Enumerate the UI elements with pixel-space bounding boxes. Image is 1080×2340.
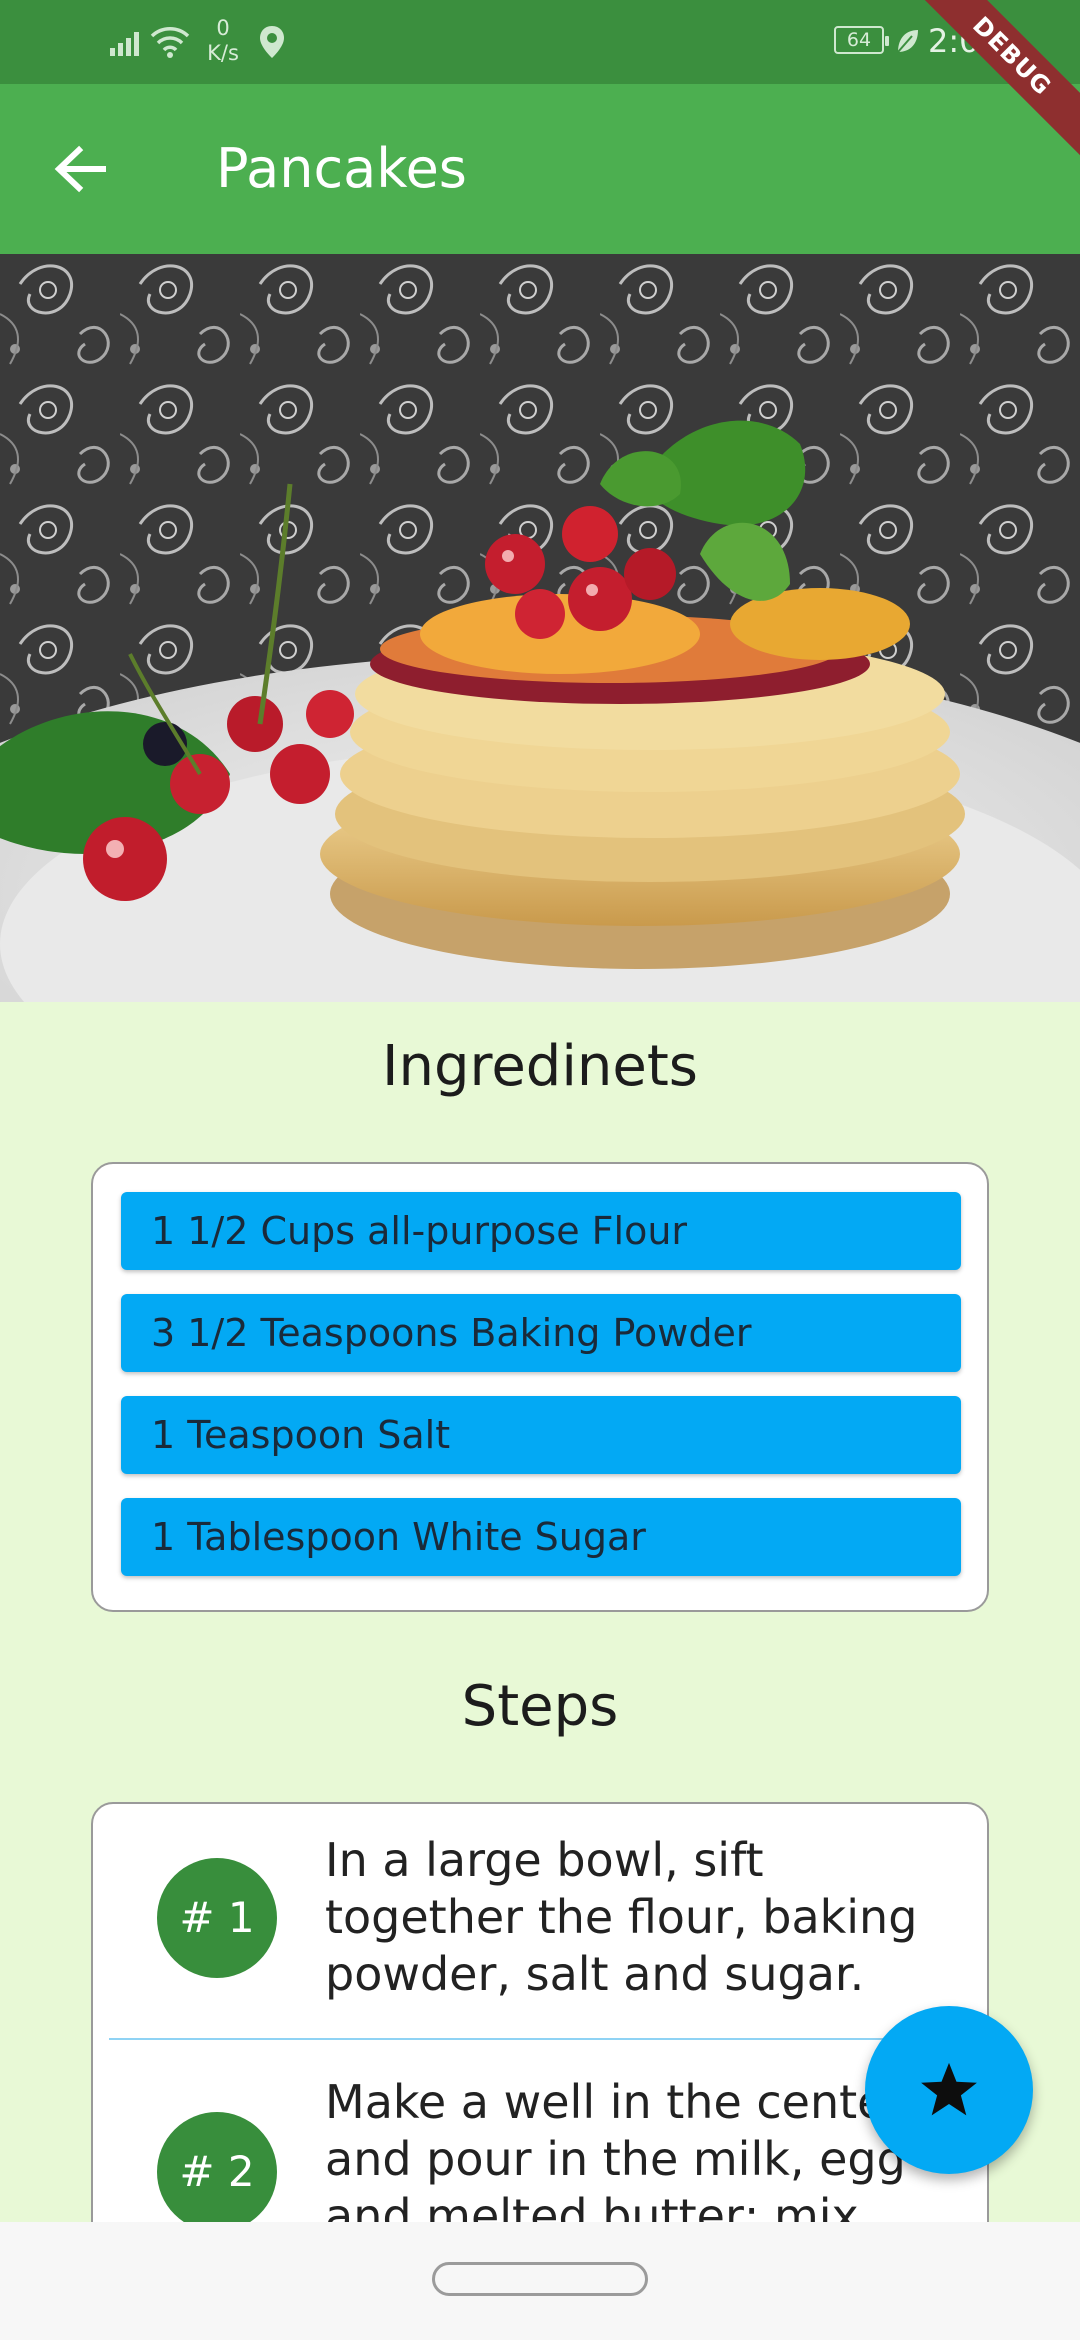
leaf-icon [897, 30, 918, 53]
home-gesture-handle[interactable] [432, 2262, 648, 2296]
battery-indicator: 64 [834, 26, 889, 54]
step-text: Make a well in the center and pour in th… [325, 2075, 906, 2243]
ingredients-card: 1 1/2 Cups all-purpose Flour 3 1/2 Teasp… [91, 1162, 989, 1612]
ingredient-item: 1 1/2 Cups all-purpose Flour [121, 1192, 961, 1270]
ingredient-item: 1 Teaspoon Salt [121, 1396, 961, 1474]
signal-icon [110, 32, 139, 56]
favorite-fab-button[interactable] [865, 2006, 1033, 2174]
wifi-icon [150, 27, 190, 58]
page-title: Pancakes [216, 137, 467, 200]
back-button[interactable] [36, 125, 124, 213]
status-bar: 0 K/s 64 2:0 [0, 0, 1080, 84]
ingredients-heading: Ingredinets [382, 1034, 698, 1099]
steps-heading: Steps [461, 1674, 619, 1739]
step-divider [109, 2038, 975, 2040]
location-icon [260, 26, 284, 58]
star-icon [921, 2062, 977, 2116]
navigation-bar [0, 2222, 1080, 2340]
arrow-back-icon [54, 145, 106, 193]
recipe-image [0, 254, 1080, 1002]
ingredient-item: 1 Tablespoon White Sugar [121, 1498, 961, 1576]
app-bar: Pancakes [0, 84, 1080, 254]
step-text: In a large bowl, sift together the flour… [325, 1833, 918, 2001]
ingredient-item: 3 1/2 Teaspoons Baking Powder [121, 1294, 961, 1372]
network-speed: 0 K/s [207, 16, 239, 65]
step-number-badge: # 1 [157, 1858, 277, 1978]
step-number-badge: # 2 [157, 2112, 277, 2232]
